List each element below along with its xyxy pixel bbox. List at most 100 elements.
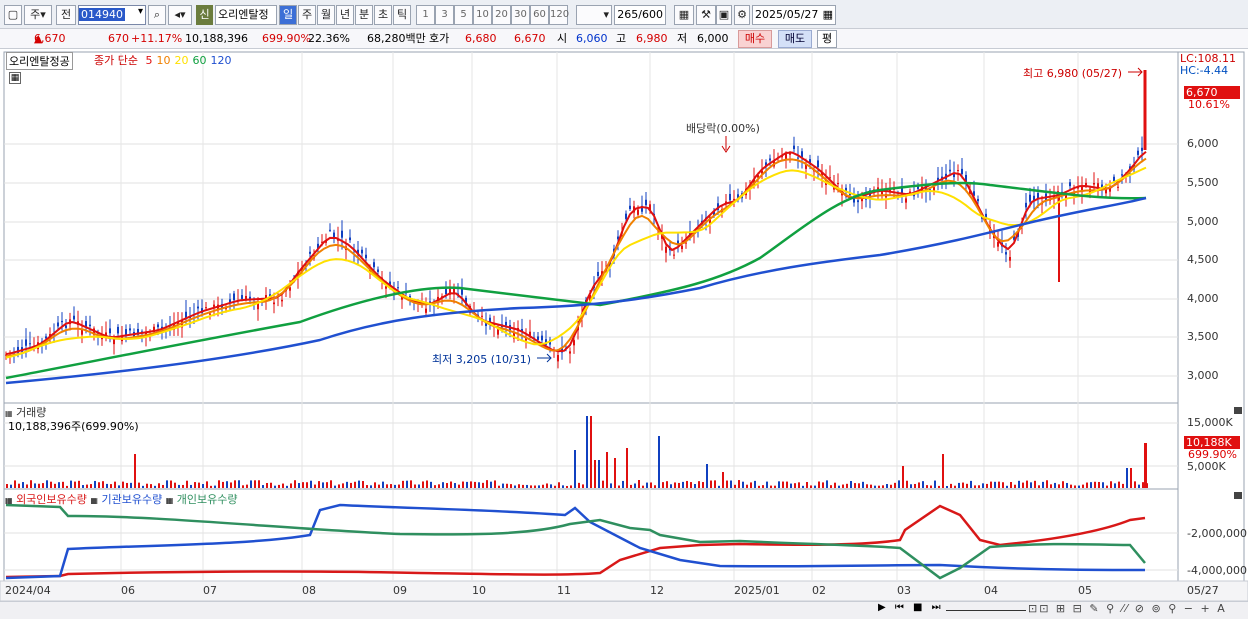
- buy-button[interactable]: 매수: [738, 30, 772, 48]
- volume-bar: [946, 485, 948, 488]
- search-icon[interactable]: ⌕: [148, 5, 166, 25]
- interval-30[interactable]: 30: [511, 5, 530, 25]
- volume-bar: [510, 484, 512, 488]
- eval-button[interactable]: 평: [817, 30, 837, 48]
- volume-bar: [726, 480, 728, 488]
- volume-bar: [1030, 482, 1032, 488]
- volume-bar: [942, 454, 944, 488]
- volume-bar: [442, 482, 444, 488]
- window-menu-icon[interactable]: ▢: [4, 5, 22, 25]
- volume-bar: [778, 481, 780, 488]
- low-label: 저: [677, 32, 688, 45]
- volume-bar: [378, 484, 380, 488]
- candle-body: [557, 355, 559, 362]
- volume-bar: [426, 480, 428, 488]
- volume-bar: [1026, 480, 1028, 488]
- volume-bar: [1022, 482, 1024, 488]
- blank-select[interactable]: ▾: [576, 5, 612, 25]
- interval-120[interactable]: 120: [549, 5, 569, 25]
- volume-bar: [882, 485, 884, 488]
- candle-body: [397, 287, 399, 289]
- volume-bar: [206, 481, 208, 488]
- candle-body: [109, 328, 111, 334]
- quote-price: 6,670 ▲: [34, 29, 66, 48]
- volume-bar: [1006, 485, 1008, 488]
- volume-bar: [462, 481, 464, 488]
- volume-bar: [642, 485, 644, 488]
- code-dropdown-icon[interactable]: ▾: [138, 6, 143, 17]
- volume-bar: [274, 485, 276, 488]
- volume-bar: [646, 482, 648, 488]
- tab-2[interactable]: 월: [317, 5, 335, 25]
- ma-legend-10: 10: [156, 54, 171, 67]
- candle-body: [961, 168, 963, 175]
- volume-bar: [166, 480, 168, 488]
- volume-bar: [582, 484, 584, 488]
- volume-bar: [786, 481, 788, 488]
- interval-1[interactable]: 1: [416, 5, 435, 25]
- tab-3[interactable]: 년: [336, 5, 354, 25]
- tab-4[interactable]: 분: [355, 5, 373, 25]
- volume-bar: [54, 483, 56, 488]
- calendar-icon[interactable]: ▦: [823, 6, 833, 24]
- volume-bar: [566, 485, 568, 488]
- interval-20[interactable]: 20: [492, 5, 511, 25]
- price-chart-name[interactable]: 오리엔탈정공: [6, 52, 73, 70]
- volume-bar: [354, 481, 356, 488]
- ma-legend-5: 5: [145, 54, 153, 67]
- volume-bar: [842, 484, 844, 488]
- volume-bar: [290, 483, 292, 488]
- volume-bar: [22, 482, 24, 488]
- candle-body: [73, 315, 75, 320]
- save-icon[interactable]: ▣: [716, 5, 732, 25]
- x-axis-tick: 03: [897, 584, 911, 597]
- volume-bar: [258, 480, 260, 488]
- volume-bar: [34, 483, 36, 488]
- volume-bar: [938, 485, 940, 488]
- scroll-controls[interactable]: ▶ ⏮ ■ ⏭: [878, 602, 944, 613]
- candle-body: [537, 336, 539, 340]
- volume-bar: [658, 436, 660, 488]
- volume-bar: [330, 480, 332, 488]
- grid-toggle-icon[interactable]: ▦: [9, 72, 21, 84]
- interval-10[interactable]: 10: [473, 5, 492, 25]
- tab-5[interactable]: 초: [374, 5, 392, 25]
- gear-icon[interactable]: ⚙: [734, 5, 750, 25]
- sell-button[interactable]: 매도: [778, 30, 812, 48]
- y-axis-panel: [1177, 51, 1245, 582]
- tab-0[interactable]: 일: [279, 5, 297, 25]
- volume-bar: [1034, 480, 1036, 488]
- volume-bar: [314, 484, 316, 488]
- tools-icon[interactable]: ⚒: [696, 5, 716, 25]
- volume-bar: [322, 482, 324, 488]
- grid-icon[interactable]: ▦: [674, 5, 694, 25]
- volume-bar: [1138, 484, 1140, 488]
- volume-bar: [802, 485, 804, 488]
- open-value: 6,060: [576, 32, 608, 45]
- interval-3[interactable]: 3: [435, 5, 454, 25]
- price-ytick: 4,500: [1187, 253, 1219, 266]
- zoom-slider[interactable]: [946, 607, 1026, 611]
- volume-bar: [970, 480, 972, 488]
- volume-bar: [198, 482, 200, 488]
- code-input[interactable]: 014940 ▾: [78, 5, 146, 25]
- prev-button[interactable]: 전: [56, 5, 76, 25]
- volume-bar: [522, 484, 524, 488]
- interval-5[interactable]: 5: [454, 5, 473, 25]
- date-field[interactable]: 2025/05/27 ▦: [752, 5, 836, 25]
- volume-bar: [1126, 468, 1128, 488]
- volume-bar: [898, 480, 900, 488]
- chart-canvas[interactable]: [0, 50, 1248, 621]
- candle-body: [61, 320, 63, 323]
- tab-1[interactable]: 주: [298, 5, 316, 25]
- count-field[interactable]: 265/600: [614, 5, 666, 25]
- view-tools-icon[interactable]: ⊡⊡ ⊞ ⊟ ✎ ⚲ ⁄⁄ ⊘ ⊚ ⚲ − + A: [1028, 602, 1227, 615]
- volume-bar: [870, 484, 872, 488]
- tab-6[interactable]: 틱: [393, 5, 411, 25]
- interval-60[interactable]: 60: [530, 5, 549, 25]
- volume-bar: [914, 483, 916, 488]
- quote-change-pct: +11.17%: [131, 32, 183, 45]
- period-select[interactable]: 주▾: [24, 5, 52, 25]
- speaker-icon[interactable]: ◂▾: [168, 5, 192, 25]
- volume-bar: [794, 483, 796, 488]
